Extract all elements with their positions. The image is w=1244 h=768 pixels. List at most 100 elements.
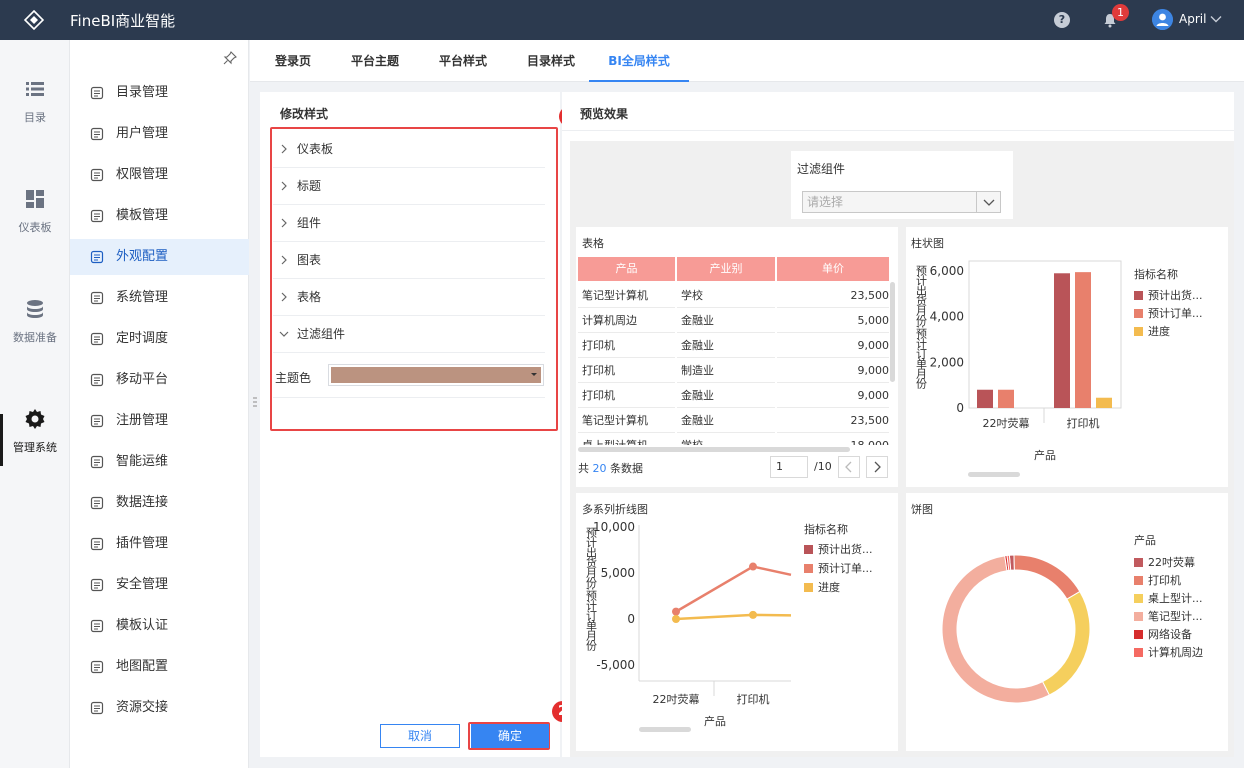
sidebar-item-mobile[interactable]: 移动平台 bbox=[70, 362, 249, 398]
bar bbox=[977, 389, 993, 408]
table-cell-price: 9,000 bbox=[777, 333, 889, 358]
preview-title: 预览效果 bbox=[580, 107, 629, 121]
filter-chevron[interactable] bbox=[976, 192, 1000, 212]
handover-icon bbox=[90, 701, 104, 715]
tab-platform-style[interactable]: 平台样式 bbox=[439, 40, 487, 82]
nav-data-prep[interactable]: 数据准备 bbox=[0, 298, 70, 378]
prev-page-button[interactable] bbox=[838, 456, 860, 478]
register-icon bbox=[90, 414, 104, 428]
sidebar-item-permission[interactable]: 权限管理 bbox=[70, 157, 249, 193]
legend-title: 指标名称 bbox=[804, 522, 848, 536]
chevron-left-icon bbox=[845, 461, 852, 473]
sidebar-item-template-cert[interactable]: 模板认证 bbox=[70, 608, 249, 644]
nav-dashboard-label: 仪表板 bbox=[18, 221, 52, 234]
series-line bbox=[675, 613, 792, 621]
nav-management[interactable]: 管理系统 bbox=[0, 408, 70, 488]
legend-label: 22吋荧幕 bbox=[1148, 555, 1195, 569]
drag-handle-icon[interactable] bbox=[253, 396, 257, 410]
help-icon[interactable]: ? bbox=[1054, 12, 1070, 28]
tab-login-page[interactable]: 登录页 bbox=[275, 40, 311, 82]
legend-label: 打印机 bbox=[1148, 573, 1181, 587]
table-cell-industry: 学校 bbox=[677, 283, 775, 308]
chevron-right-icon bbox=[874, 461, 881, 473]
legend-swatch bbox=[1134, 576, 1143, 585]
y-tick-label: 5,000 bbox=[601, 566, 635, 580]
x-tick-label: 打印机 bbox=[1067, 416, 1100, 430]
section-table[interactable]: 表格 bbox=[273, 279, 545, 316]
user-name[interactable]: April bbox=[1179, 12, 1206, 26]
sidebar-item-catalog[interactable]: 目录管理 bbox=[70, 75, 249, 111]
sidebar-item-data-connection[interactable]: 数据连接 bbox=[70, 485, 249, 521]
legend-label: 预计订单... bbox=[818, 562, 873, 575]
table-cell-industry: 金融业 bbox=[677, 333, 775, 358]
table-cell-product: 打印机 bbox=[578, 383, 675, 408]
y-tick-label: 2,000 bbox=[930, 355, 964, 369]
legend-label: 进度 bbox=[818, 580, 840, 594]
table-card: 表格 产品 产业别 单价 笔记型计算机 学校 23,500 计算机周边 金融业 5,000… bbox=[576, 227, 898, 487]
y-tick-label: 6,000 bbox=[930, 264, 964, 278]
legend-swatch bbox=[1134, 558, 1143, 567]
dashboard-icon bbox=[26, 190, 44, 208]
nav-catalog[interactable]: 目录 bbox=[0, 78, 70, 158]
pin-icon[interactable] bbox=[223, 51, 237, 65]
confirm-button[interactable]: 确定 bbox=[471, 724, 549, 748]
tab-platform-theme[interactable]: 平台主题 bbox=[351, 40, 399, 82]
avatar[interactable] bbox=[1152, 9, 1173, 30]
sidebar-item-resource-handover[interactable]: 资源交接 bbox=[70, 690, 249, 726]
chevron-right-icon bbox=[281, 181, 287, 191]
section-table-label: 表格 bbox=[297, 290, 322, 304]
sidebar-item-ops[interactable]: 智能运维 bbox=[70, 444, 249, 480]
table-card-title: 表格 bbox=[582, 237, 604, 250]
tab-bi-global-style[interactable]: BI全局样式 bbox=[589, 40, 689, 82]
chevron-down-icon[interactable] bbox=[1209, 12, 1223, 26]
next-page-button[interactable] bbox=[866, 456, 888, 478]
bar bbox=[998, 389, 1014, 408]
legend-swatch bbox=[1134, 648, 1143, 657]
bar bbox=[1096, 397, 1112, 408]
plot-frame bbox=[968, 260, 1122, 409]
edit-panel-title: 修改样式 bbox=[280, 107, 329, 121]
sidebar-item-label: 移动平台 bbox=[116, 372, 169, 387]
legend-swatch bbox=[1134, 612, 1143, 621]
notification-badge: 1 bbox=[1112, 4, 1129, 21]
sidebar-item-label: 定时调度 bbox=[116, 331, 169, 346]
sidebar-item-map-config[interactable]: 地图配置 bbox=[70, 649, 249, 685]
sidebar-item-label: 数据连接 bbox=[116, 495, 169, 510]
table-hscroll[interactable] bbox=[578, 447, 850, 452]
section-title[interactable]: 标题 bbox=[273, 168, 545, 205]
secondary-nav: 目录管理用户管理权限管理模板管理外观配置系统管理定时调度移动平台注册管理智能运维… bbox=[70, 40, 249, 768]
table-cell-product: 桌上型计算机 bbox=[578, 433, 675, 445]
y-tick-label: 4,000 bbox=[930, 310, 964, 324]
nav-management-label: 管理系统 bbox=[13, 441, 57, 454]
section-chart[interactable]: 图表 bbox=[273, 242, 545, 279]
sidebar-item-appearance[interactable]: 外观配置 bbox=[70, 239, 249, 275]
cancel-button[interactable]: 取消 bbox=[380, 724, 460, 748]
nav-dashboard[interactable]: 仪表板 bbox=[0, 188, 70, 268]
legend-swatch bbox=[804, 545, 813, 554]
tab-catalog-style[interactable]: 目录样式 bbox=[527, 40, 575, 82]
page-input[interactable]: 1 bbox=[770, 456, 808, 478]
database-icon bbox=[27, 300, 43, 318]
table-cell-industry: 金融业 bbox=[677, 383, 775, 408]
template-icon bbox=[90, 209, 104, 223]
sidebar-item-label: 智能运维 bbox=[116, 454, 169, 469]
theme-color-select[interactable] bbox=[328, 364, 544, 386]
y-tick-label: 0 bbox=[956, 401, 964, 415]
user-icon bbox=[90, 127, 104, 141]
table-vscroll[interactable] bbox=[890, 282, 895, 382]
divider bbox=[562, 130, 1234, 131]
filter-select[interactable]: 请选择 bbox=[802, 191, 1001, 213]
sidebar-item-register[interactable]: 注册管理 bbox=[70, 403, 249, 439]
sidebar-item-security[interactable]: 安全管理 bbox=[70, 567, 249, 603]
legend-swatch bbox=[1134, 327, 1143, 336]
sidebar-item-schedule[interactable]: 定时调度 bbox=[70, 321, 249, 357]
legend-swatch bbox=[804, 583, 813, 592]
sidebar-item-template[interactable]: 模板管理 bbox=[70, 198, 249, 234]
section-component[interactable]: 组件 bbox=[273, 205, 545, 242]
sidebar-item-user[interactable]: 用户管理 bbox=[70, 116, 249, 152]
section-filter-component[interactable]: 过滤组件 bbox=[273, 316, 545, 353]
sidebar-item-system[interactable]: 系统管理 bbox=[70, 280, 249, 316]
section-dashboard[interactable]: 仪表板 bbox=[273, 131, 545, 168]
list-icon bbox=[26, 82, 44, 96]
sidebar-item-plugin[interactable]: 插件管理 bbox=[70, 526, 249, 562]
